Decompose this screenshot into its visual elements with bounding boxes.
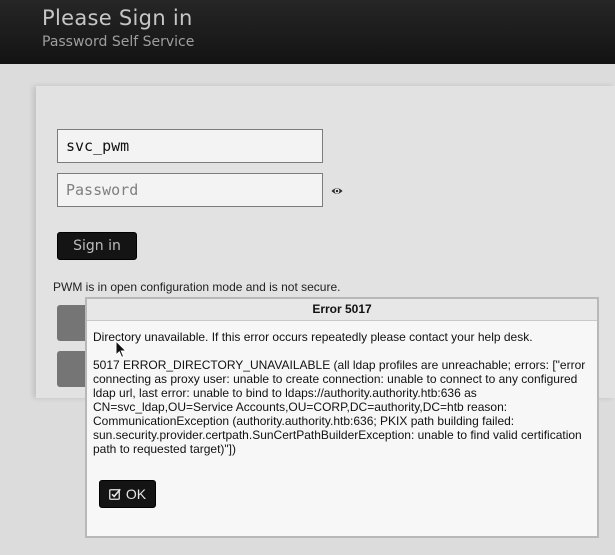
dialog-error-detail: 5017 ERROR_DIRECTORY_UNAVAILABLE (all ld… bbox=[93, 358, 586, 456]
page-title: Please Sign in bbox=[42, 6, 193, 30]
ok-button[interactable]: OK bbox=[99, 480, 156, 508]
dialog-message: Directory unavailable. If this error occ… bbox=[93, 330, 533, 344]
sign-in-button[interactable]: Sign in bbox=[57, 232, 137, 260]
password-input[interactable] bbox=[57, 173, 323, 207]
config-mode-notice: PWM is in open configuration mode and is… bbox=[53, 280, 341, 294]
username-input[interactable] bbox=[57, 129, 323, 163]
page-header: Please Sign in Password Self Service bbox=[0, 0, 615, 64]
mouse-cursor-icon bbox=[115, 340, 128, 358]
eye-icon[interactable] bbox=[331, 186, 343, 196]
dialog-title: Error 5017 bbox=[87, 299, 597, 321]
check-square-icon bbox=[108, 488, 121, 500]
page-subtitle: Password Self Service bbox=[42, 34, 195, 50]
error-dialog: Error 5017 Directory unavailable. If thi… bbox=[85, 297, 599, 538]
ok-button-label: OK bbox=[125, 486, 147, 502]
dialog-body: Directory unavailable. If this error occ… bbox=[87, 321, 597, 456]
